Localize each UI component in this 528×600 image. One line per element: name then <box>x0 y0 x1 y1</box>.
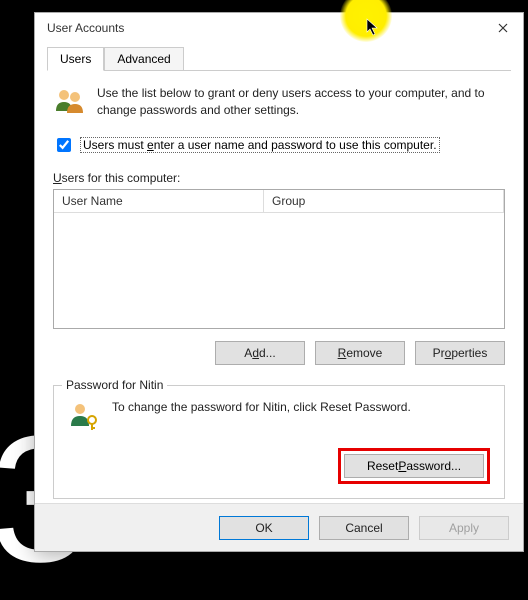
intro-row: Use the list below to grant or deny user… <box>53 85 505 119</box>
tabs: Users Advanced <box>35 47 523 71</box>
close-button[interactable] <box>491 16 515 40</box>
tab-users[interactable]: Users <box>47 47 104 71</box>
user-accounts-window: User Accounts Users Advanced Use the lis… <box>34 12 524 552</box>
apply-button: Apply <box>419 516 509 540</box>
tab-content: Use the list below to grant or deny user… <box>35 71 523 499</box>
reset-row: Reset Password... <box>68 448 490 484</box>
password-row: To change the password for Nitin, click … <box>68 400 490 432</box>
reset-highlight: Reset Password... <box>338 448 490 484</box>
list-buttons-row: Add... Remove Properties <box>53 341 505 365</box>
list-header: User Name Group <box>54 190 504 213</box>
users-icon <box>53 85 85 117</box>
password-fieldset: Password for Nitin To change the passwor… <box>53 385 505 499</box>
column-group[interactable]: Group <box>264 190 504 213</box>
window-title: User Accounts <box>47 21 491 35</box>
password-instruction: To change the password for Nitin, click … <box>112 400 411 414</box>
tab-advanced[interactable]: Advanced <box>104 47 183 71</box>
users-list[interactable]: User Name Group <box>53 189 505 329</box>
reset-password-button[interactable]: Reset Password... <box>344 454 484 478</box>
require-password-label[interactable]: Users must enter a user name and passwor… <box>80 137 440 153</box>
properties-button[interactable]: Properties <box>415 341 505 365</box>
close-icon <box>498 23 508 33</box>
intro-text: Use the list below to grant or deny user… <box>97 85 505 119</box>
password-heading: Password for Nitin <box>62 378 167 392</box>
user-key-icon <box>68 400 100 432</box>
users-list-label: Users for this computer: <box>53 171 505 185</box>
dialog-footer: OK Cancel Apply <box>35 503 523 551</box>
remove-button[interactable]: Remove <box>315 341 405 365</box>
titlebar: User Accounts <box>35 13 523 43</box>
cancel-button[interactable]: Cancel <box>319 516 409 540</box>
ok-button[interactable]: OK <box>219 516 309 540</box>
require-password-checkbox[interactable] <box>57 138 71 152</box>
add-button[interactable]: Add... <box>215 341 305 365</box>
column-username[interactable]: User Name <box>54 190 264 213</box>
require-password-row: Users must enter a user name and passwor… <box>53 135 505 155</box>
